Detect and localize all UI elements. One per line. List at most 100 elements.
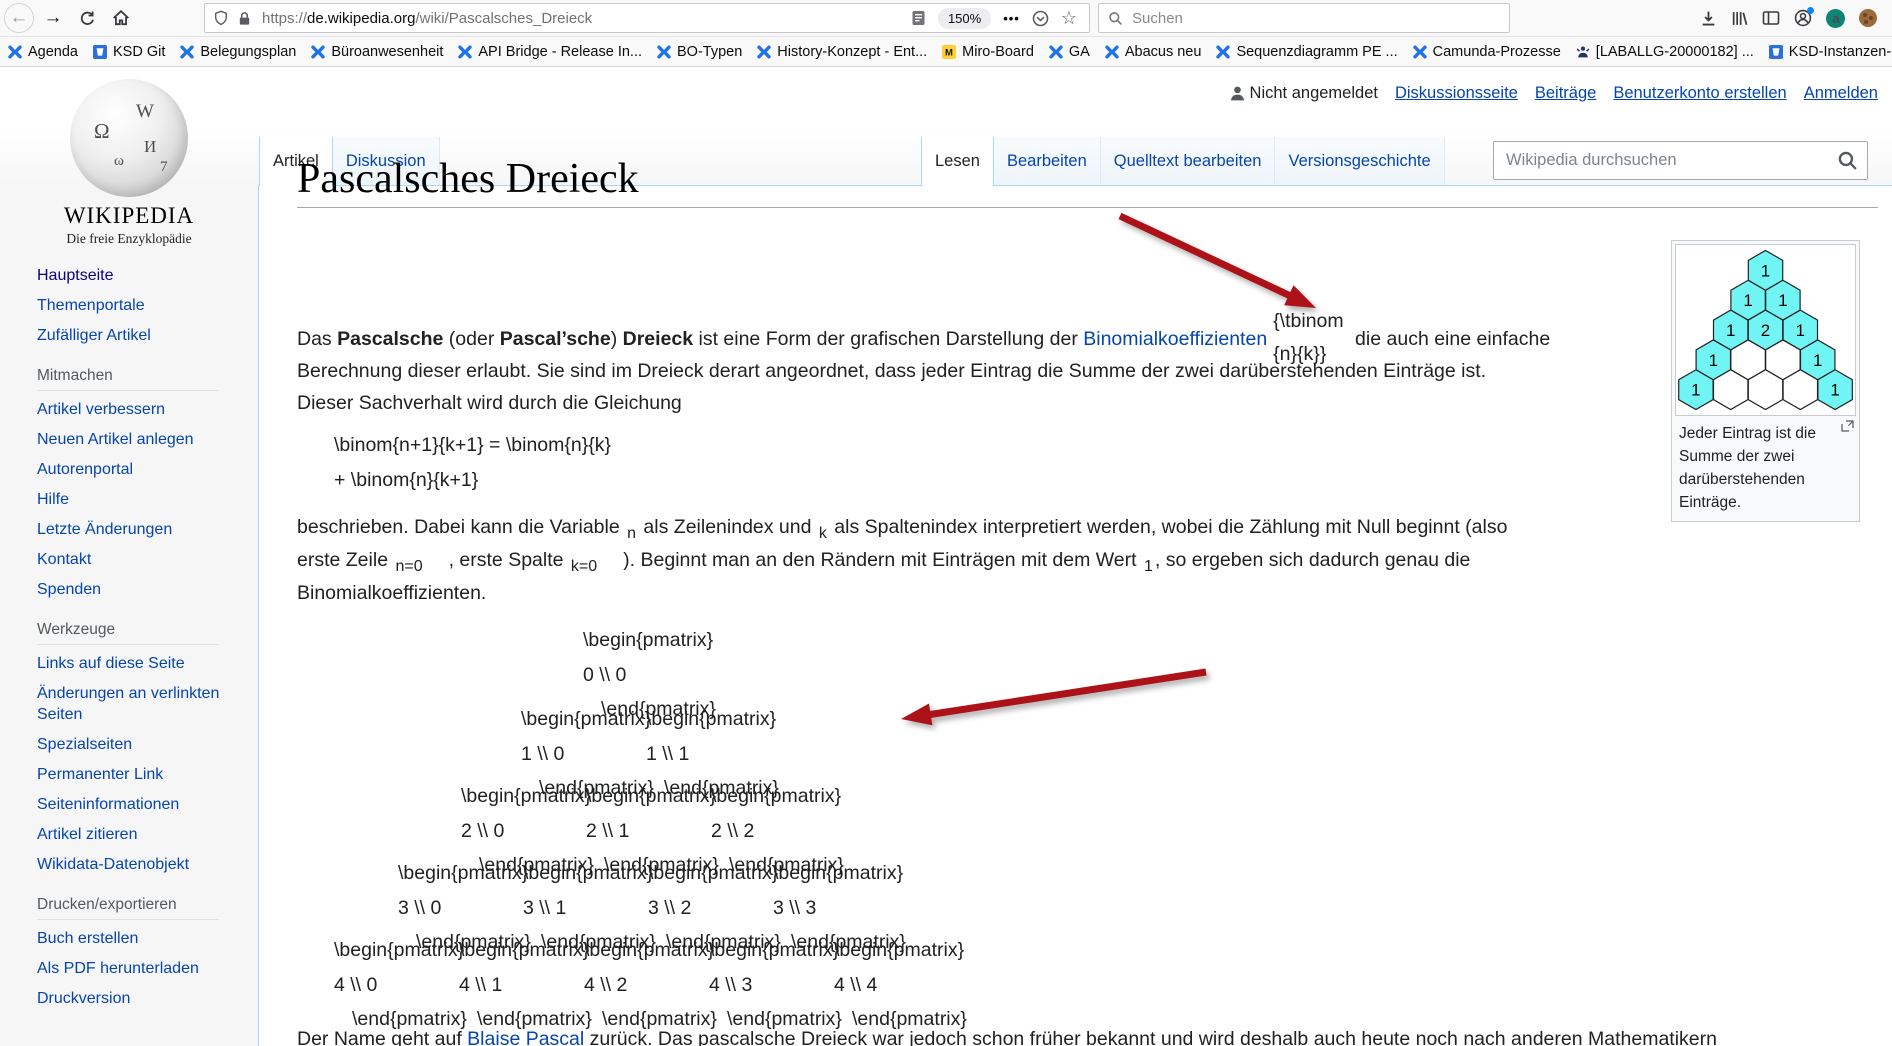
inline-link[interactable]: Binomialkoeffizienten bbox=[1083, 328, 1267, 350]
sidebar-link-hauptseite[interactable]: Hauptseite bbox=[37, 265, 227, 286]
confluence-icon bbox=[458, 45, 472, 59]
paragraph-1-line-3: Dieser Sachverhalt wird durch die Gleich… bbox=[297, 388, 682, 418]
tab-lesen[interactable]: Lesen bbox=[921, 137, 994, 186]
page-actions-icon[interactable]: ••• bbox=[1003, 11, 1020, 26]
tracking-shield-icon[interactable] bbox=[213, 10, 229, 26]
tab-bearbeiten[interactable]: Bearbeiten bbox=[994, 137, 1101, 185]
sidebar-link-autorenportal[interactable]: Autorenportal bbox=[37, 459, 227, 480]
bookmark-item[interactable]: Büroanwesenheit bbox=[311, 44, 443, 60]
bookmark-item[interactable]: Belegungsplan bbox=[180, 44, 296, 60]
inline-math: k bbox=[819, 525, 827, 542]
pascal-triangle-image[interactable]: 1111211111 bbox=[1675, 244, 1856, 416]
bookmark-item[interactable]: [LABALLG-20000182] ... bbox=[1576, 44, 1754, 60]
sidebar-link-artikel-verbessern[interactable]: Artikel verbessern bbox=[37, 399, 227, 420]
inline-math: n bbox=[627, 525, 636, 542]
pmatrix-begin: \begin{pmatrix} bbox=[648, 862, 778, 885]
personal-link-benutzerkonto-erstellen[interactable]: Benutzerkonto erstellen bbox=[1613, 84, 1786, 103]
sidebar-link--nderungen-an-verlinkten-seiten[interactable]: Änderungen an verlinkten Seiten bbox=[37, 683, 227, 725]
home-button[interactable] bbox=[106, 3, 136, 33]
bookmark-label: Sequenzdiagramm PE ... bbox=[1236, 44, 1397, 60]
bookmark-item[interactable]: KSD-Instanzen-Cfg bbox=[1769, 44, 1892, 60]
sidebar-link-spezialseiten[interactable]: Spezialseiten bbox=[37, 734, 227, 755]
pmatrix-end: \end{pmatrix} bbox=[852, 1008, 967, 1031]
sidebar-link-hilfe[interactable]: Hilfe bbox=[37, 489, 227, 510]
back-button[interactable]: ← bbox=[4, 3, 34, 33]
download-icon[interactable] bbox=[1700, 10, 1717, 27]
bookmark-star-icon[interactable]: ☆ bbox=[1061, 8, 1077, 29]
bookmark-item[interactable]: Camunda-Prozesse bbox=[1413, 44, 1561, 60]
bookmark-item[interactable]: API Bridge - Release In... bbox=[458, 44, 642, 60]
personal-link-beitr-ge[interactable]: Beiträge bbox=[1535, 84, 1596, 103]
lock-icon bbox=[237, 11, 252, 26]
bitbucket-icon bbox=[93, 45, 107, 59]
wikipedia-logo[interactable]: Ω W И ω 7 WIKIPEDIA Die freie Enzyklopäd… bbox=[0, 75, 258, 247]
sidebar-link-kontakt[interactable]: Kontakt bbox=[37, 549, 227, 570]
wiki-search-input[interactable] bbox=[1504, 150, 1837, 171]
hex-value: 1 bbox=[1796, 321, 1805, 340]
tab-quelltext-bearbeiten[interactable]: Quelltext bearbeiten bbox=[1101, 137, 1276, 185]
pmatrix-begin: \begin{pmatrix} bbox=[461, 785, 591, 808]
paragraph-2-line-2: erste Zeile n=0, erste Spalte k=0). Begi… bbox=[297, 545, 1470, 577]
sidebar-link-artikel-zitieren[interactable]: Artikel zitieren bbox=[37, 824, 227, 845]
confluence-icon bbox=[311, 45, 325, 59]
bookmark-item[interactable]: Abacus neu bbox=[1105, 44, 1202, 60]
pmatrix-begin: \begin{pmatrix} bbox=[711, 785, 841, 808]
pmatrix-begin: \begin{pmatrix} bbox=[584, 939, 714, 962]
sidebar-link-seiteninformationen[interactable]: Seiteninformationen bbox=[37, 794, 227, 815]
pmatrix-begin: \begin{pmatrix} bbox=[459, 939, 589, 962]
title-rule bbox=[297, 207, 1878, 208]
personal-bar: Nicht angemeldet DiskussionsseiteBeiträg… bbox=[1229, 84, 1878, 103]
browser-search-input[interactable] bbox=[1130, 9, 1434, 28]
sidebar-link-spenden[interactable]: Spenden bbox=[37, 579, 227, 600]
enlarge-icon[interactable] bbox=[1841, 420, 1854, 432]
reload-button[interactable] bbox=[72, 3, 102, 33]
sidebar-link-themenportale[interactable]: Themenportale bbox=[37, 295, 227, 316]
tab-versionsgeschichte[interactable]: Versionsgeschichte bbox=[1275, 137, 1444, 185]
url-bar[interactable]: https://de.wikipedia.org/wiki/Pascalsche… bbox=[204, 3, 1090, 33]
bookmark-item[interactable]: Sequenzdiagramm PE ... bbox=[1216, 44, 1397, 60]
pocket-icon[interactable] bbox=[1032, 10, 1049, 27]
sidebar-group: Drucken/exportierenBuch erstellenAls PDF… bbox=[37, 896, 242, 1009]
bookmark-label: GA bbox=[1069, 44, 1090, 60]
wiki-search-box[interactable] bbox=[1493, 141, 1868, 180]
bookmark-label: BO-Typen bbox=[677, 44, 742, 60]
bookmark-item[interactable]: Agenda bbox=[8, 44, 78, 60]
sidebar-link-buch-erstellen[interactable]: Buch erstellen bbox=[37, 928, 227, 949]
bookmark-item[interactable]: MMiro-Board bbox=[942, 44, 1034, 60]
extension-avatar-icon[interactable]: a bbox=[1826, 9, 1845, 28]
sidebar-link-links-auf-diese-seite[interactable]: Links auf diese Seite bbox=[37, 653, 227, 674]
hex-value: 2 bbox=[1761, 321, 1770, 340]
wiki-search-button[interactable] bbox=[1837, 150, 1858, 171]
browser-search-bar[interactable] bbox=[1098, 3, 1510, 33]
zoom-level-badge[interactable]: 150% bbox=[938, 8, 991, 29]
sidebar-link-wikidata-datenobjekt[interactable]: Wikidata-Datenobjekt bbox=[37, 854, 227, 875]
hex-value: 1 bbox=[1709, 351, 1718, 370]
sidebar-link-zuf-lliger-artikel[interactable]: Zufälliger Artikel bbox=[37, 325, 227, 346]
sidebar-link-letzte-nderungen[interactable]: Letzte Änderungen bbox=[37, 519, 227, 540]
pmatrix-value: 3 \\ 3 bbox=[773, 897, 816, 920]
cookie-extension-icon[interactable] bbox=[1859, 9, 1877, 27]
reader-mode-icon[interactable] bbox=[911, 10, 926, 26]
url-text[interactable]: https://de.wikipedia.org/wiki/Pascalsche… bbox=[262, 10, 905, 27]
bold-text: Pascalsche bbox=[337, 328, 443, 350]
pmatrix-value: 4 \\ 0 bbox=[334, 974, 377, 997]
pmatrix-value: 1 \\ 1 bbox=[646, 743, 689, 766]
account-icon[interactable] bbox=[1794, 9, 1812, 27]
pmatrix-value: 4 \\ 1 bbox=[459, 974, 502, 997]
forward-button[interactable]: → bbox=[38, 3, 68, 33]
sidebar-link-neuen-artikel-anlegen[interactable]: Neuen Artikel anlegen bbox=[37, 429, 227, 450]
sidebar-link-permanenter-link[interactable]: Permanenter Link bbox=[37, 764, 227, 785]
bookmark-item[interactable]: KSD Git bbox=[93, 44, 165, 60]
library-icon[interactable] bbox=[1731, 10, 1748, 27]
bookmark-label: History-Konzept - Ent... bbox=[777, 44, 927, 60]
sidebar-link-als-pdf-herunterladen[interactable]: Als PDF herunterladen bbox=[37, 958, 227, 979]
bookmark-item[interactable]: History-Konzept - Ent... bbox=[757, 44, 927, 60]
personal-link-diskussionsseite[interactable]: Diskussionsseite bbox=[1395, 84, 1518, 103]
pmatrix-begin: \begin{pmatrix} bbox=[646, 708, 776, 731]
bookmark-label: Miro-Board bbox=[962, 44, 1034, 60]
sidebar-toggle-icon[interactable] bbox=[1762, 10, 1780, 26]
bookmark-item[interactable]: BO-Typen bbox=[657, 44, 742, 60]
sidebar-link-druckversion[interactable]: Druckversion bbox=[37, 988, 227, 1009]
personal-link-anmelden[interactable]: Anmelden bbox=[1804, 84, 1878, 103]
bookmark-item[interactable]: GA bbox=[1049, 44, 1090, 60]
